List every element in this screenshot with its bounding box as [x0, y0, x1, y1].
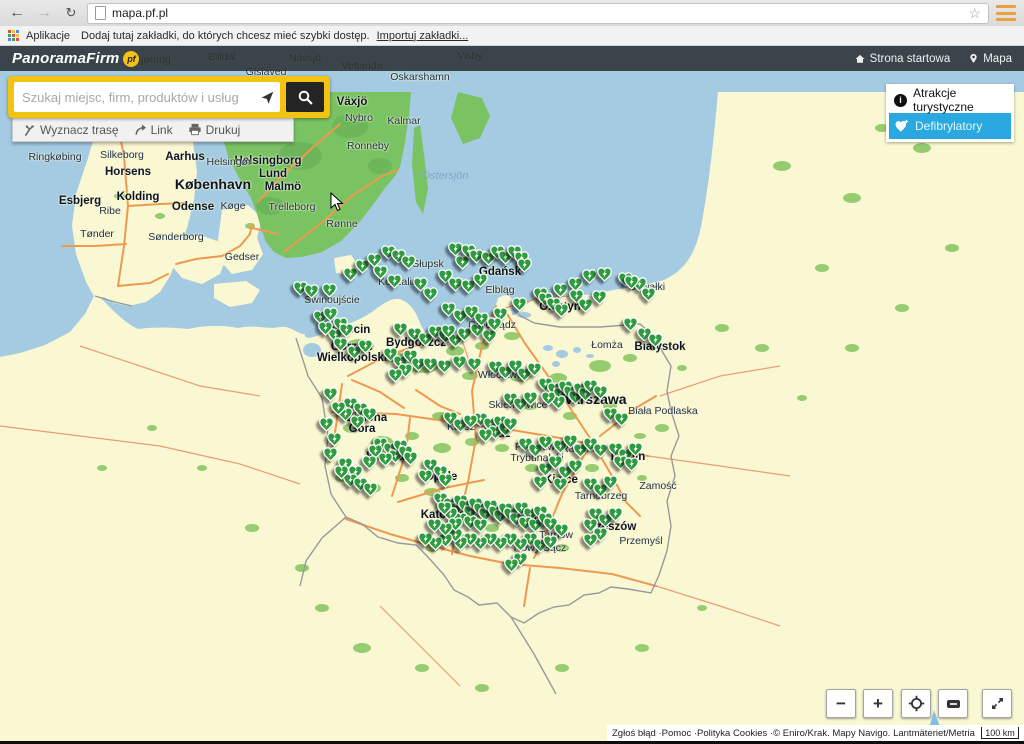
map-tools-bar: Wyznacz trasę Link Drukuj [12, 118, 294, 142]
layer-atrakcje-turystyczne[interactable]: i Atrakcje turystyczne [889, 87, 1011, 113]
import-bookmarks-link[interactable]: Importuj zakładki... [377, 30, 469, 42]
minus-icon: − [836, 694, 846, 714]
magnifier-icon [297, 89, 314, 106]
scale-toggle-button[interactable] [938, 689, 968, 718]
map-attribution-bar: Zgłoś błąd Pomoc Polityka Cookies © Enir… [607, 725, 1024, 741]
address-bar[interactable]: mapa.pf.pl ☆ [87, 3, 989, 24]
layers-panel: i Atrakcje turystyczne Defibrylatory [886, 84, 1014, 142]
fullscreen-button[interactable] [982, 689, 1012, 718]
zoom-in-button[interactable]: + [863, 689, 893, 718]
page-icon [95, 6, 106, 20]
attribution-text: © Eniro/Krak. Mapy Navigo. Lantmäteriet/… [773, 728, 975, 739]
link-button[interactable]: Link [134, 123, 173, 137]
zoom-out-button[interactable]: − [826, 689, 856, 718]
site-header: PanoramaFirm pf Strona startowa Mapa [0, 46, 1024, 71]
scale-bar: 100 km [981, 727, 1019, 739]
help-link[interactable]: Pomoc [662, 728, 697, 739]
back-button[interactable]: ← [6, 2, 28, 24]
layer-defibrylatory[interactable]: Defibrylatory [889, 113, 1011, 139]
search-input[interactable] [14, 90, 254, 105]
forward-button[interactable]: → [33, 2, 55, 24]
bookmark-star-icon[interactable]: ☆ [968, 6, 981, 20]
share-icon [134, 123, 147, 136]
reload-button[interactable]: ↻ [60, 2, 82, 24]
home-icon [854, 53, 866, 65]
search-button[interactable] [286, 82, 324, 112]
bookmarks-hint: Dodaj tutaj zakładki, do których chcesz … [81, 30, 370, 42]
crosshair-icon [908, 695, 925, 712]
pf-badge-icon: pf [123, 51, 139, 67]
locate-button[interactable] [901, 689, 931, 718]
fullscreen-icon [990, 696, 1005, 711]
cookies-link[interactable]: Polityka Cookies [697, 728, 773, 739]
plus-icon: + [873, 694, 883, 714]
print-button[interactable]: Drukuj [188, 123, 241, 137]
browser-toolbar: ← → ↻ mapa.pf.pl ☆ [0, 0, 1024, 27]
measure-icon [947, 700, 960, 708]
panoramafirm-logo[interactable]: PanoramaFirm pf [12, 50, 139, 67]
defib-heart-icon [894, 119, 909, 133]
apps-label[interactable]: Aplikacje [26, 30, 70, 42]
apps-grid-icon[interactable] [8, 30, 19, 41]
url-text: mapa.pf.pl [112, 6, 168, 20]
nav-strona-startowa[interactable]: Strona startowa [854, 52, 951, 65]
locate-me-icon[interactable] [254, 82, 280, 112]
pin-icon [968, 52, 979, 65]
map-controls: − + [826, 689, 1012, 718]
browser-menu-icon[interactable] [994, 4, 1018, 22]
route-button[interactable]: Wyznacz trasę [23, 123, 119, 137]
info-icon: i [894, 94, 907, 107]
route-icon [23, 123, 36, 136]
map-canvas[interactable] [0, 46, 1024, 744]
print-icon [188, 123, 202, 136]
nav-mapa[interactable]: Mapa [968, 52, 1012, 65]
search-widget [8, 76, 330, 118]
search-field[interactable] [14, 82, 280, 112]
report-error-link[interactable]: Zgłoś błąd [612, 728, 662, 739]
bookmarks-bar: Aplikacje Dodaj tutaj zakładki, do który… [0, 26, 1024, 46]
